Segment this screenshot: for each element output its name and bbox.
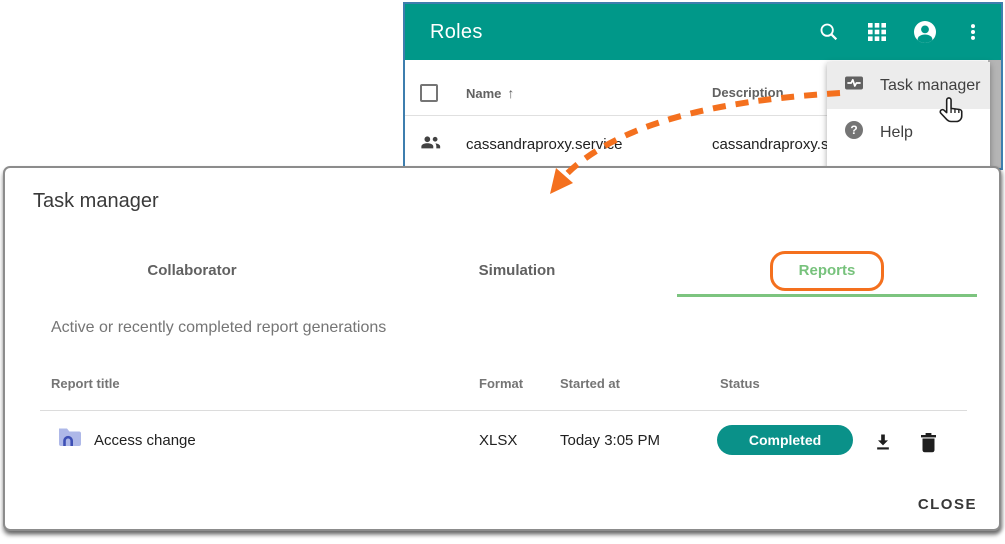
close-button[interactable]: CLOSE — [912, 488, 983, 521]
active-tab-underline — [677, 294, 977, 297]
menu-item-label: Help — [880, 123, 913, 141]
divider — [40, 410, 967, 411]
column-header-name[interactable]: Name ↑ — [466, 85, 514, 101]
page-title: Roles — [430, 20, 483, 43]
column-header-description[interactable]: Description — [712, 85, 784, 100]
dialog-subtitle: Active or recently completed report gene… — [51, 319, 387, 336]
download-button[interactable] — [871, 430, 895, 454]
delete-button[interactable] — [916, 430, 940, 454]
help-icon: ? — [844, 120, 864, 145]
select-all-checkbox[interactable] — [420, 84, 438, 102]
annotation-highlight-ring — [770, 251, 884, 291]
task-manager-dialog: Task manager Collaborator Simulation Rep… — [3, 166, 1001, 531]
report-format: XLSX — [479, 432, 518, 449]
status-badge: Completed — [717, 425, 853, 455]
more-vert-icon[interactable] — [961, 20, 985, 44]
sort-ascending-icon: ↑ — [507, 85, 515, 101]
dialog-title: Task manager — [33, 190, 159, 212]
column-header-report-title: Report title — [51, 376, 120, 391]
column-header-format: Format — [479, 376, 524, 391]
svg-text:?: ? — [850, 123, 857, 137]
role-name: cassandraproxy.service — [466, 136, 623, 153]
tab-collaborator[interactable]: Collaborator — [147, 262, 236, 279]
app-bar: Roles — [405, 4, 1001, 60]
group-icon — [420, 134, 442, 155]
menu-item-task-manager[interactable]: Task manager — [827, 62, 990, 109]
account-icon[interactable] — [913, 20, 937, 44]
report-title: Access change — [94, 432, 196, 449]
tab-simulation[interactable]: Simulation — [479, 262, 556, 279]
task-manager-icon — [844, 73, 864, 98]
column-header-started-at: Started at — [560, 376, 620, 391]
menu-item-label: Task manager — [880, 76, 981, 94]
report-folder-icon — [57, 426, 83, 453]
apps-grid-icon[interactable] — [865, 20, 889, 44]
column-header-status: Status — [720, 376, 760, 391]
menu-item-help[interactable]: ? Help — [827, 109, 990, 156]
search-icon[interactable] — [817, 20, 841, 44]
report-started-at: Today 3:05 PM — [560, 432, 661, 449]
overflow-menu: Task manager ? Help — [827, 62, 990, 168]
roles-screenshot: Roles Name ↑ Description cassandraproxy.… — [403, 2, 1003, 170]
